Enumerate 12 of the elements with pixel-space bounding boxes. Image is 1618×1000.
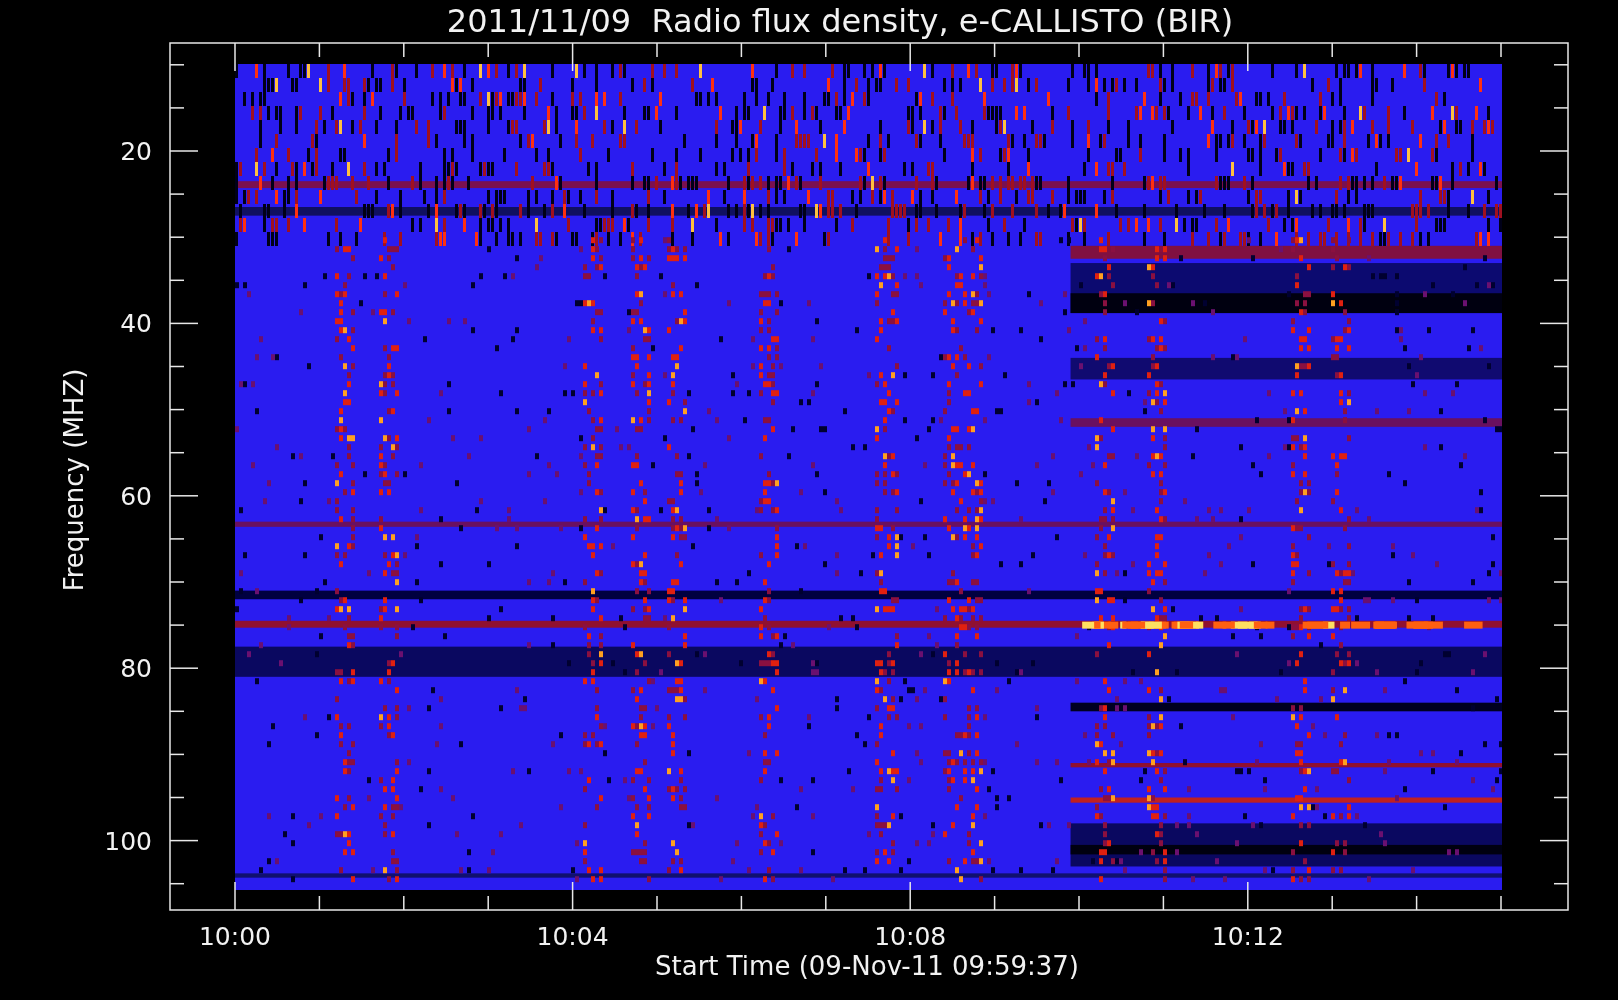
tick-label: 100 <box>104 826 152 856</box>
axis-label: Start Time (09-Nov-11 09:59:37) <box>655 951 1079 981</box>
tick-label: 60 <box>120 481 152 511</box>
tick-label: 10:08 <box>874 922 947 951</box>
tick-label: 20 <box>120 137 152 166</box>
axis-label: Frequency (MHZ) <box>59 368 89 592</box>
tick-label: 10:00 <box>199 922 271 951</box>
tick-label: 10:12 <box>1211 922 1284 951</box>
chart-title: 2011/11/09 Radio flux density, e-CALLISTO (BIR) <box>446 2 1234 40</box>
tick-label: 40 <box>120 309 152 339</box>
tick-label: 10:04 <box>536 922 609 951</box>
tick-label: 80 <box>120 654 152 684</box>
